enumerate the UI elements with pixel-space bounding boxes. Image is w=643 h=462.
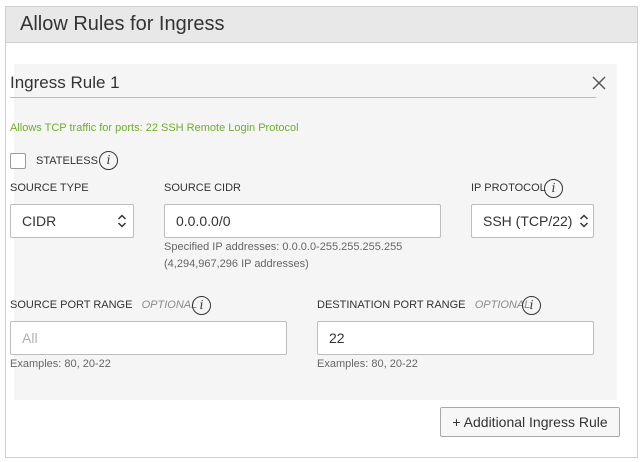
rule-title: Ingress Rule 1 <box>10 73 120 92</box>
stateless-label: STATELESS <box>36 155 98 167</box>
chevron-up-down-icon <box>579 214 589 228</box>
panel-title: Allow Rules for Ingress <box>20 13 225 35</box>
panel-header: Allow Rules for Ingress <box>6 7 637 43</box>
source-type-label: SOURCE TYPE <box>10 182 89 194</box>
stateless-info-icon[interactable]: i <box>99 151 118 170</box>
source-port-range-label: SOURCE PORT RANGE OPTIONAL <box>10 299 197 311</box>
source-port-range-help: Examples: 80, 20-22 <box>10 358 111 370</box>
destination-port-range-value: 22 <box>329 330 345 346</box>
ip-protocol-label: IP PROTOCOL <box>471 182 546 194</box>
chevron-up-down-icon <box>117 214 127 228</box>
add-ingress-rule-button[interactable]: + Additional Ingress Rule <box>440 407 620 437</box>
source-port-range-label-text: SOURCE PORT RANGE <box>10 299 133 311</box>
source-cidr-help-2: (4,294,967,296 IP addresses) <box>164 258 309 270</box>
source-port-range-optional: OPTIONAL <box>141 299 198 311</box>
source-cidr-label: SOURCE CIDR <box>164 182 242 194</box>
ip-protocol-value: SSH (TCP/22) <box>483 213 573 229</box>
destination-port-range-label-text: DESTINATION PORT RANGE <box>317 299 466 311</box>
source-cidr-input[interactable]: 0.0.0.0/0 <box>164 204 441 238</box>
rule-divider <box>10 97 596 98</box>
source-type-select[interactable]: CIDR <box>10 204 134 238</box>
ip-protocol-info-icon[interactable]: i <box>544 179 563 198</box>
source-port-range-placeholder: All <box>22 330 38 346</box>
rule-description: Allows TCP traffic for ports: 22 SSH Rem… <box>10 122 299 134</box>
ip-protocol-select[interactable]: SSH (TCP/22) <box>471 204 594 238</box>
source-type-value: CIDR <box>22 213 57 229</box>
close-icon[interactable] <box>589 73 609 93</box>
source-port-range-input[interactable]: All <box>10 321 287 355</box>
destination-port-range-help: Examples: 80, 20-22 <box>317 358 418 370</box>
stateless-checkbox[interactable] <box>10 153 26 169</box>
destination-port-range-info-icon[interactable]: i <box>522 296 541 315</box>
destination-port-range-input[interactable]: 22 <box>317 321 594 355</box>
source-cidr-help-1: Specified IP addresses: 0.0.0.0-255.255.… <box>164 241 403 253</box>
source-port-range-info-icon[interactable]: i <box>192 296 211 315</box>
source-cidr-value: 0.0.0.0/0 <box>176 213 231 229</box>
destination-port-range-label: DESTINATION PORT RANGE OPTIONAL <box>317 299 530 311</box>
